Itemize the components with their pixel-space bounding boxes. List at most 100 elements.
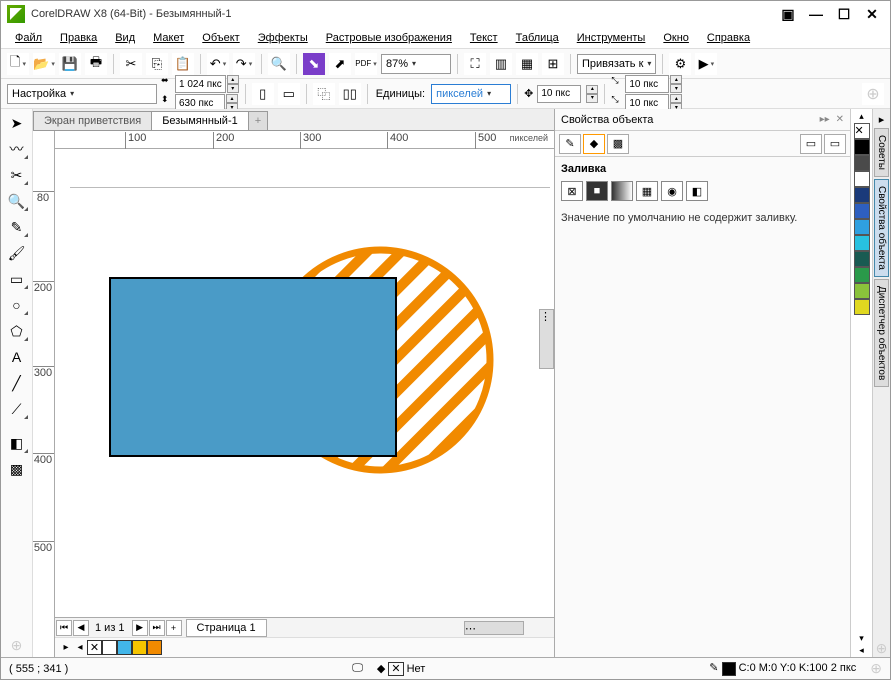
pick-tool[interactable]: ➤: [4, 111, 30, 135]
swatch[interactable]: [147, 640, 162, 655]
dropshadow-tool[interactable]: ◧: [4, 431, 30, 455]
transparency-tool[interactable]: ▩: [4, 457, 30, 481]
fill-none[interactable]: ⊠: [561, 181, 583, 201]
page-prev[interactable]: ◀: [73, 620, 89, 636]
fill-uniform[interactable]: ■: [586, 181, 608, 201]
units-combo[interactable]: пикселей: [431, 84, 511, 104]
all-pages-button[interactable]: ⿻: [313, 83, 335, 105]
toolbox-add[interactable]: ⊕: [4, 633, 30, 657]
docker-tab-b[interactable]: ▭: [824, 134, 846, 154]
palette-swatch[interactable]: [854, 299, 870, 315]
palette-menu[interactable]: ▸: [59, 642, 73, 653]
palette-swatch[interactable]: [854, 235, 870, 251]
fullscreen-button[interactable]: ⛶: [464, 53, 486, 75]
palette-swatch[interactable]: [854, 139, 870, 155]
horizontal-scrollbar[interactable]: ⋯: [464, 621, 524, 635]
swatch[interactable]: [102, 640, 117, 655]
artistic-media-tool[interactable]: 🖌: [4, 241, 30, 265]
print-button[interactable]: 🖶: [85, 53, 107, 75]
freehand-tool[interactable]: ✎: [4, 215, 30, 239]
dup-x-field[interactable]: 10 пкс: [625, 75, 669, 93]
redo-button[interactable]: ↷: [233, 53, 255, 75]
copy-button[interactable]: ⎘: [146, 53, 168, 75]
connector-tool[interactable]: ⟋: [4, 397, 30, 421]
parallel-dim-tool[interactable]: ╱: [4, 371, 30, 395]
docker-tab-outline[interactable]: ✎: [559, 134, 581, 154]
palette-left[interactable]: ◂: [73, 642, 87, 653]
shape-tool[interactable]: 〰: [4, 137, 30, 161]
save-button[interactable]: 💾: [59, 53, 81, 75]
menu-file[interactable]: Файл: [7, 30, 50, 46]
palette-down[interactable]: ▾: [859, 633, 864, 645]
zoom-tool[interactable]: 🔍: [4, 189, 30, 213]
search-button[interactable]: 🔍: [268, 53, 290, 75]
page-add[interactable]: +: [166, 620, 182, 636]
polygon-tool[interactable]: ⬠: [4, 319, 30, 343]
menu-edit[interactable]: Правка: [52, 30, 105, 46]
rectangle-tool[interactable]: ▭: [4, 267, 30, 291]
current-page-button[interactable]: ▯▯: [339, 83, 361, 105]
canvas[interactable]: ⋮: [55, 149, 554, 617]
menu-help[interactable]: Справка: [699, 30, 758, 46]
launch-button[interactable]: ▶: [695, 53, 717, 75]
menu-effects[interactable]: Эффекты: [250, 30, 316, 46]
maximize-button[interactable]: ☐: [832, 5, 856, 23]
docker-close[interactable]: ✕: [836, 114, 844, 125]
palette-swatch[interactable]: [854, 251, 870, 267]
page-tab-1[interactable]: Страница 1: [186, 619, 267, 637]
ellipse-tool[interactable]: ○: [4, 293, 30, 317]
palette-swatch[interactable]: [854, 187, 870, 203]
docker-collapse[interactable]: ▸▸: [820, 114, 830, 125]
text-tool[interactable]: A: [4, 345, 30, 369]
palette-swatch[interactable]: [854, 283, 870, 299]
publish-pdf-button[interactable]: PDF: [355, 53, 377, 75]
snap-combo[interactable]: Привязать к: [577, 54, 656, 74]
zoom-combo[interactable]: 87%: [381, 54, 451, 74]
minimize-button[interactable]: —: [804, 5, 828, 23]
tab-welcome[interactable]: Экран приветствия: [33, 111, 152, 130]
menu-text[interactable]: Текст: [462, 30, 506, 46]
add-button[interactable]: ⊕: [862, 83, 884, 105]
nudge-field[interactable]: 10 пкс: [537, 85, 581, 103]
fill-fountain[interactable]: [611, 181, 633, 201]
page-width-field[interactable]: 1 024 пкс: [175, 75, 226, 93]
options-button[interactable]: ⚙: [669, 53, 691, 75]
undo-button[interactable]: ↶: [207, 53, 229, 75]
tab-new[interactable]: +: [248, 111, 268, 130]
menu-window[interactable]: Окно: [655, 30, 697, 46]
palette-swatch[interactable]: [854, 267, 870, 283]
palette-swatch[interactable]: [854, 219, 870, 235]
palette-swatch[interactable]: [854, 203, 870, 219]
sidetab-object-manager[interactable]: Диспетчер объектов: [874, 279, 889, 387]
no-fill-swatch[interactable]: ✕: [87, 640, 102, 655]
menu-tools[interactable]: Инструменты: [569, 30, 654, 46]
fill-indicator[interactable]: ◆ ✕ Нет: [377, 662, 426, 675]
page-first[interactable]: ⏮: [56, 620, 72, 636]
import-button[interactable]: ⬊: [303, 53, 325, 75]
palette-swatch[interactable]: [854, 155, 870, 171]
fill-texture[interactable]: ◉: [661, 181, 683, 201]
strip-arrow[interactable]: ▸: [879, 113, 885, 126]
fill-postscript[interactable]: ◧: [686, 181, 708, 201]
paste-button[interactable]: 📋: [172, 53, 194, 75]
color-proof-icon[interactable]: 🖵: [352, 662, 363, 675]
cut-button[interactable]: ✂: [120, 53, 142, 75]
vertical-scrollbar[interactable]: ⋮: [539, 309, 554, 369]
status-add[interactable]: ⊕: [870, 660, 882, 677]
swatch[interactable]: [117, 640, 132, 655]
sidetab-hints[interactable]: Советы: [874, 128, 889, 177]
export-button[interactable]: ⬈: [329, 53, 351, 75]
page-last[interactable]: ⏭: [149, 620, 165, 636]
portrait-button[interactable]: ▯: [252, 83, 274, 105]
sidetab-object-properties[interactable]: Свойства объекта: [874, 179, 889, 277]
outline-indicator[interactable]: ✎ C:0 M:0 Y:0 K:100 2 пкс: [709, 661, 856, 675]
crop-tool[interactable]: ✂: [4, 163, 30, 187]
menu-object[interactable]: Объект: [194, 30, 247, 46]
tab-document[interactable]: Безымянный-1: [151, 111, 249, 130]
docker-tab-a[interactable]: ▭: [800, 134, 822, 154]
grid-button[interactable]: ▦: [516, 53, 538, 75]
close-button[interactable]: ✕: [860, 5, 884, 23]
ruler-horizontal[interactable]: 100 200 300 400 500 пикселей: [55, 131, 554, 149]
palette-expand[interactable]: ◂: [859, 645, 864, 657]
docker-tab-fill[interactable]: ◆: [583, 134, 605, 154]
